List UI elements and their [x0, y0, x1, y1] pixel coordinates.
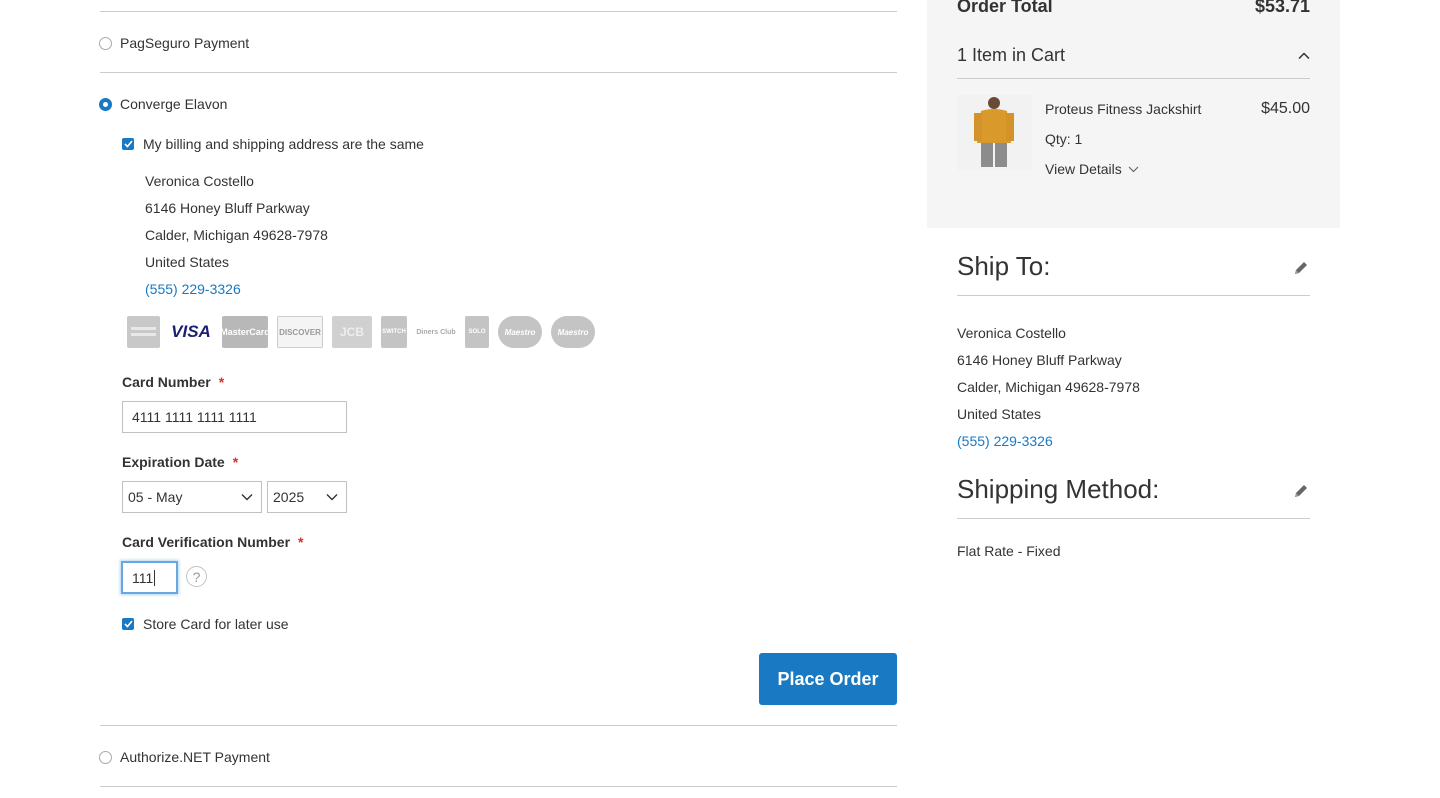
shipping-method-value: Flat Rate - Fixed — [957, 543, 1061, 559]
same-address-label: My billing and shipping address are the … — [143, 136, 424, 152]
help-icon[interactable]: ? — [186, 566, 207, 587]
divider — [957, 78, 1310, 79]
cvv-label-text: Card Verification Number — [122, 534, 291, 550]
billing-address: Veronica Costello 6146 Honey Bluff Parkw… — [145, 168, 328, 303]
exp-month-value: 05 - May — [128, 489, 183, 505]
store-card-checkbox[interactable] — [122, 618, 134, 630]
switch-card-icon: SWITCH — [381, 316, 407, 348]
same-address-checkbox-row[interactable]: My billing and shipping address are the … — [122, 136, 424, 152]
chevron-down-icon — [1128, 166, 1139, 172]
visa-card-icon: VISA — [171, 322, 211, 341]
ship-to-title: Ship To: — [957, 251, 1051, 281]
cvv-input[interactable]: 111 — [121, 561, 178, 594]
jcb-card-icon: JCB — [332, 316, 372, 348]
exp-year-value: 2025 — [273, 489, 305, 505]
edit-ship-to-icon[interactable] — [1293, 260, 1309, 279]
product-price: $45.00 — [1261, 100, 1310, 117]
divider — [100, 72, 897, 73]
view-details-label: View Details — [1045, 161, 1122, 177]
view-details-toggle[interactable]: View Details — [1045, 161, 1139, 177]
items-in-cart-label: 1 Item in Cart — [957, 45, 1066, 65]
pagseguro-radio[interactable] — [99, 36, 112, 50]
chevron-up-icon — [1298, 51, 1310, 59]
order-total-row: Order Total $53.71 — [957, 0, 1310, 17]
solo-card-icon: SOLO — [465, 316, 489, 348]
card-number-value: 4111 1111 1111 1111 — [132, 409, 257, 425]
place-order-button[interactable]: Place Order — [759, 653, 897, 705]
converge-radio[interactable] — [99, 97, 112, 111]
divider — [100, 11, 897, 12]
diners-club-card-icon: Diners Club — [416, 328, 456, 336]
billing-name: Veronica Costello — [145, 173, 254, 189]
card-number-input[interactable]: 4111 1111 1111 1111 — [122, 401, 347, 433]
authorize-net-radio[interactable] — [99, 750, 112, 764]
maestro-card-icon: Maestro — [551, 316, 595, 348]
payment-method-label: Converge Elavon — [120, 96, 228, 112]
ship-street: 6146 Honey Bluff Parkway — [957, 352, 1122, 368]
chevron-down-icon — [326, 494, 338, 501]
divider — [957, 518, 1310, 519]
payment-method-converge[interactable]: Converge Elavon — [99, 96, 227, 112]
cvv-value: 111 — [132, 569, 154, 586]
divider — [957, 295, 1310, 296]
divider — [100, 786, 897, 787]
payment-method-label: PagSeguro Payment — [120, 35, 250, 51]
required-mark: * — [232, 454, 239, 470]
card-types-list: VISA MasterCard DISCOVER JCB SWITCH Dine… — [127, 316, 604, 348]
required-mark: * — [218, 374, 225, 390]
ship-city: Calder, Michigan 49628-7978 — [957, 379, 1140, 395]
divider — [100, 725, 897, 726]
card-number-label-text: Card Number — [122, 374, 211, 390]
card-number-label: Card Number * — [122, 374, 224, 390]
expiration-label-text: Expiration Date — [122, 454, 225, 470]
expiration-date-label: Expiration Date * — [122, 454, 238, 470]
order-total-label: Order Total — [957, 0, 1053, 16]
billing-city: Calder, Michigan 49628-7978 — [145, 227, 328, 243]
payment-method-pagseguro[interactable]: PagSeguro Payment — [99, 35, 249, 51]
amex-card-icon — [127, 316, 160, 348]
billing-phone-link[interactable]: (555) 229-3326 — [145, 276, 328, 303]
text-cursor — [154, 569, 156, 586]
payment-method-authorize-net[interactable]: Authorize.NET Payment — [99, 749, 270, 765]
chevron-down-icon — [241, 494, 253, 501]
cvv-label: Card Verification Number * — [122, 534, 304, 550]
exp-month-select[interactable]: 05 - May — [122, 481, 262, 513]
edit-shipping-method-icon[interactable] — [1293, 483, 1309, 502]
billing-street: 6146 Honey Bluff Parkway — [145, 200, 310, 216]
store-card-label: Store Card for later use — [143, 616, 289, 632]
billing-country: United States — [145, 254, 230, 270]
ship-phone-link[interactable]: (555) 229-3326 — [957, 428, 1140, 455]
shipping-method-title: Shipping Method: — [957, 474, 1160, 504]
ship-country: United States — [957, 406, 1042, 422]
order-total-value: $53.71 — [1254, 0, 1310, 16]
product-qty: Qty: 1 — [1045, 131, 1083, 147]
store-card-checkbox-row[interactable]: Store Card for later use — [122, 616, 289, 632]
product-thumbnail[interactable] — [957, 95, 1032, 170]
exp-year-select[interactable]: 2025 — [267, 481, 347, 513]
discover-card-icon: DISCOVER — [277, 316, 323, 348]
shipping-address: Veronica Costello 6146 Honey Bluff Parkw… — [957, 320, 1140, 455]
required-mark: * — [298, 534, 304, 550]
items-in-cart-toggle[interactable]: 1 Item in Cart — [957, 45, 1310, 66]
maestro-card-icon: Maestro — [498, 316, 542, 348]
ship-name: Veronica Costello — [957, 325, 1066, 341]
same-address-checkbox[interactable] — [122, 138, 134, 150]
product-name: Proteus Fitness Jackshirt — [1045, 101, 1202, 117]
payment-method-label: Authorize.NET Payment — [120, 749, 270, 765]
mastercard-card-icon: MasterCard — [220, 316, 270, 348]
